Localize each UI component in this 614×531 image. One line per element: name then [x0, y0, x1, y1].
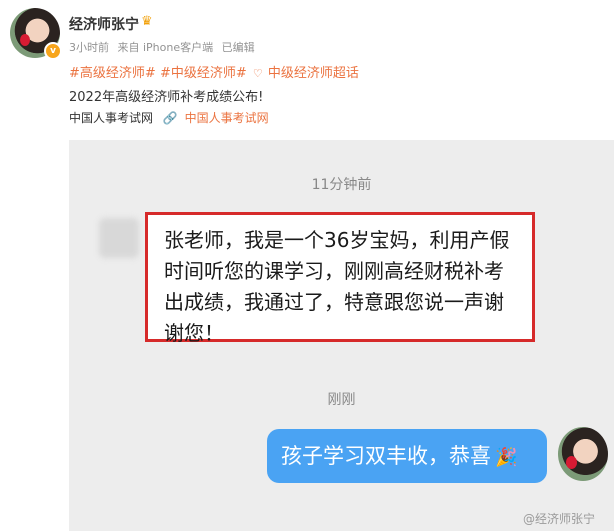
flower-decoration: [566, 456, 577, 469]
teacher-avatar: [558, 427, 608, 481]
heart-icon: ♡: [252, 67, 263, 80]
source-label: 中国人事考试网: [69, 111, 154, 125]
party-popper-icon: 🎉: [495, 447, 518, 468]
sender-avatar-blurred: [99, 218, 139, 258]
source-link[interactable]: 中国人事考试网: [185, 111, 269, 125]
outgoing-message-text: 孩子学习双丰收，恭喜: [281, 444, 491, 468]
topic-senior-economist[interactable]: #高级经济师#: [69, 66, 156, 81]
chat-screenshot[interactable]: 11分钟前 张老师，我是一个36岁宝妈，利用产假时间听您的课学习，刚刚高经财税补…: [69, 140, 614, 531]
incoming-message: 张老师，我是一个36岁宝妈，利用产假时间听您的课学习，刚刚高经财税补考出成绩，我…: [145, 212, 535, 345]
topics-row: #高级经济师# #中级经济师# ♡ 中级经济师超话: [69, 62, 359, 81]
verified-badge-icon: v: [44, 42, 62, 60]
post-time: 3小时前: [69, 41, 109, 54]
username[interactable]: 经济师张宁: [69, 14, 139, 34]
post-meta: 3小时前 来自 iPhone客户端 已编辑: [69, 39, 260, 55]
crown-icon: ♛: [141, 14, 153, 29]
link-icon: 🔗: [162, 111, 178, 125]
source-row: 中国人事考试网 🔗 中国人事考试网: [69, 109, 269, 126]
post-text: 2022年高级经济师补考成绩公布!: [69, 90, 264, 105]
chat-time-2: 刚刚: [327, 392, 356, 408]
outgoing-message: 孩子学习双丰收，恭喜 🎉: [267, 429, 547, 483]
watermark: @经济师张宁: [523, 512, 596, 526]
post-source: 来自 iPhone客户端: [117, 41, 214, 54]
post-edited: 已编辑: [221, 41, 255, 54]
flower-decoration: [20, 34, 30, 46]
chat-time-1: 11分钟前: [311, 177, 372, 193]
topic-intermediate-economist[interactable]: #中级经济师#: [160, 66, 247, 81]
topic-supertopic[interactable]: 中级经济师超话: [268, 66, 359, 81]
